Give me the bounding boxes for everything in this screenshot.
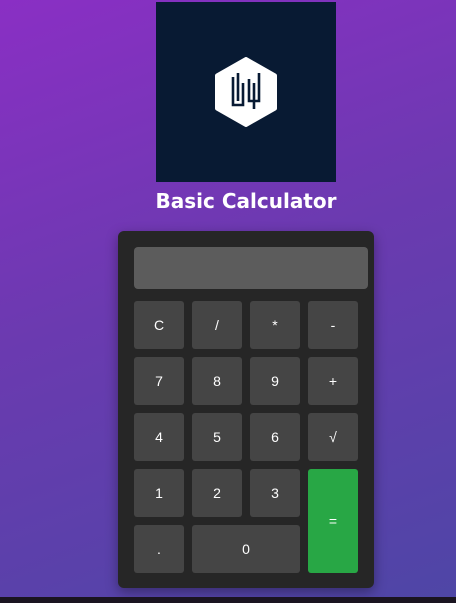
subtract-button[interactable]: - — [308, 301, 358, 349]
divide-button[interactable]: / — [192, 301, 242, 349]
digit-9-button[interactable]: 9 — [250, 357, 300, 405]
multiply-button[interactable]: * — [250, 301, 300, 349]
digit-2-button[interactable]: 2 — [192, 469, 242, 517]
clear-button[interactable]: C — [134, 301, 184, 349]
app-logo — [156, 2, 336, 182]
equals-button[interactable]: = — [308, 469, 358, 573]
digit-7-button[interactable]: 7 — [134, 357, 184, 405]
calculator-panel: C / * - 7 8 9 + 4 5 6 √ 1 2 3 = . 0 — [118, 231, 374, 588]
digit-6-button[interactable]: 6 — [250, 413, 300, 461]
calculator-display — [134, 247, 368, 289]
digit-5-button[interactable]: 5 — [192, 413, 242, 461]
digit-3-button[interactable]: 3 — [250, 469, 300, 517]
add-button[interactable]: + — [308, 357, 358, 405]
digit-4-button[interactable]: 4 — [134, 413, 184, 461]
page-title: Basic Calculator — [155, 189, 337, 213]
digit-0-button[interactable]: 0 — [192, 525, 300, 573]
decimal-button[interactable]: . — [134, 525, 184, 573]
digit-1-button[interactable]: 1 — [134, 469, 184, 517]
hexagon-logo-icon — [215, 57, 277, 127]
bottom-edge — [0, 597, 456, 603]
square-root-button[interactable]: √ — [308, 413, 358, 461]
digit-8-button[interactable]: 8 — [192, 357, 242, 405]
